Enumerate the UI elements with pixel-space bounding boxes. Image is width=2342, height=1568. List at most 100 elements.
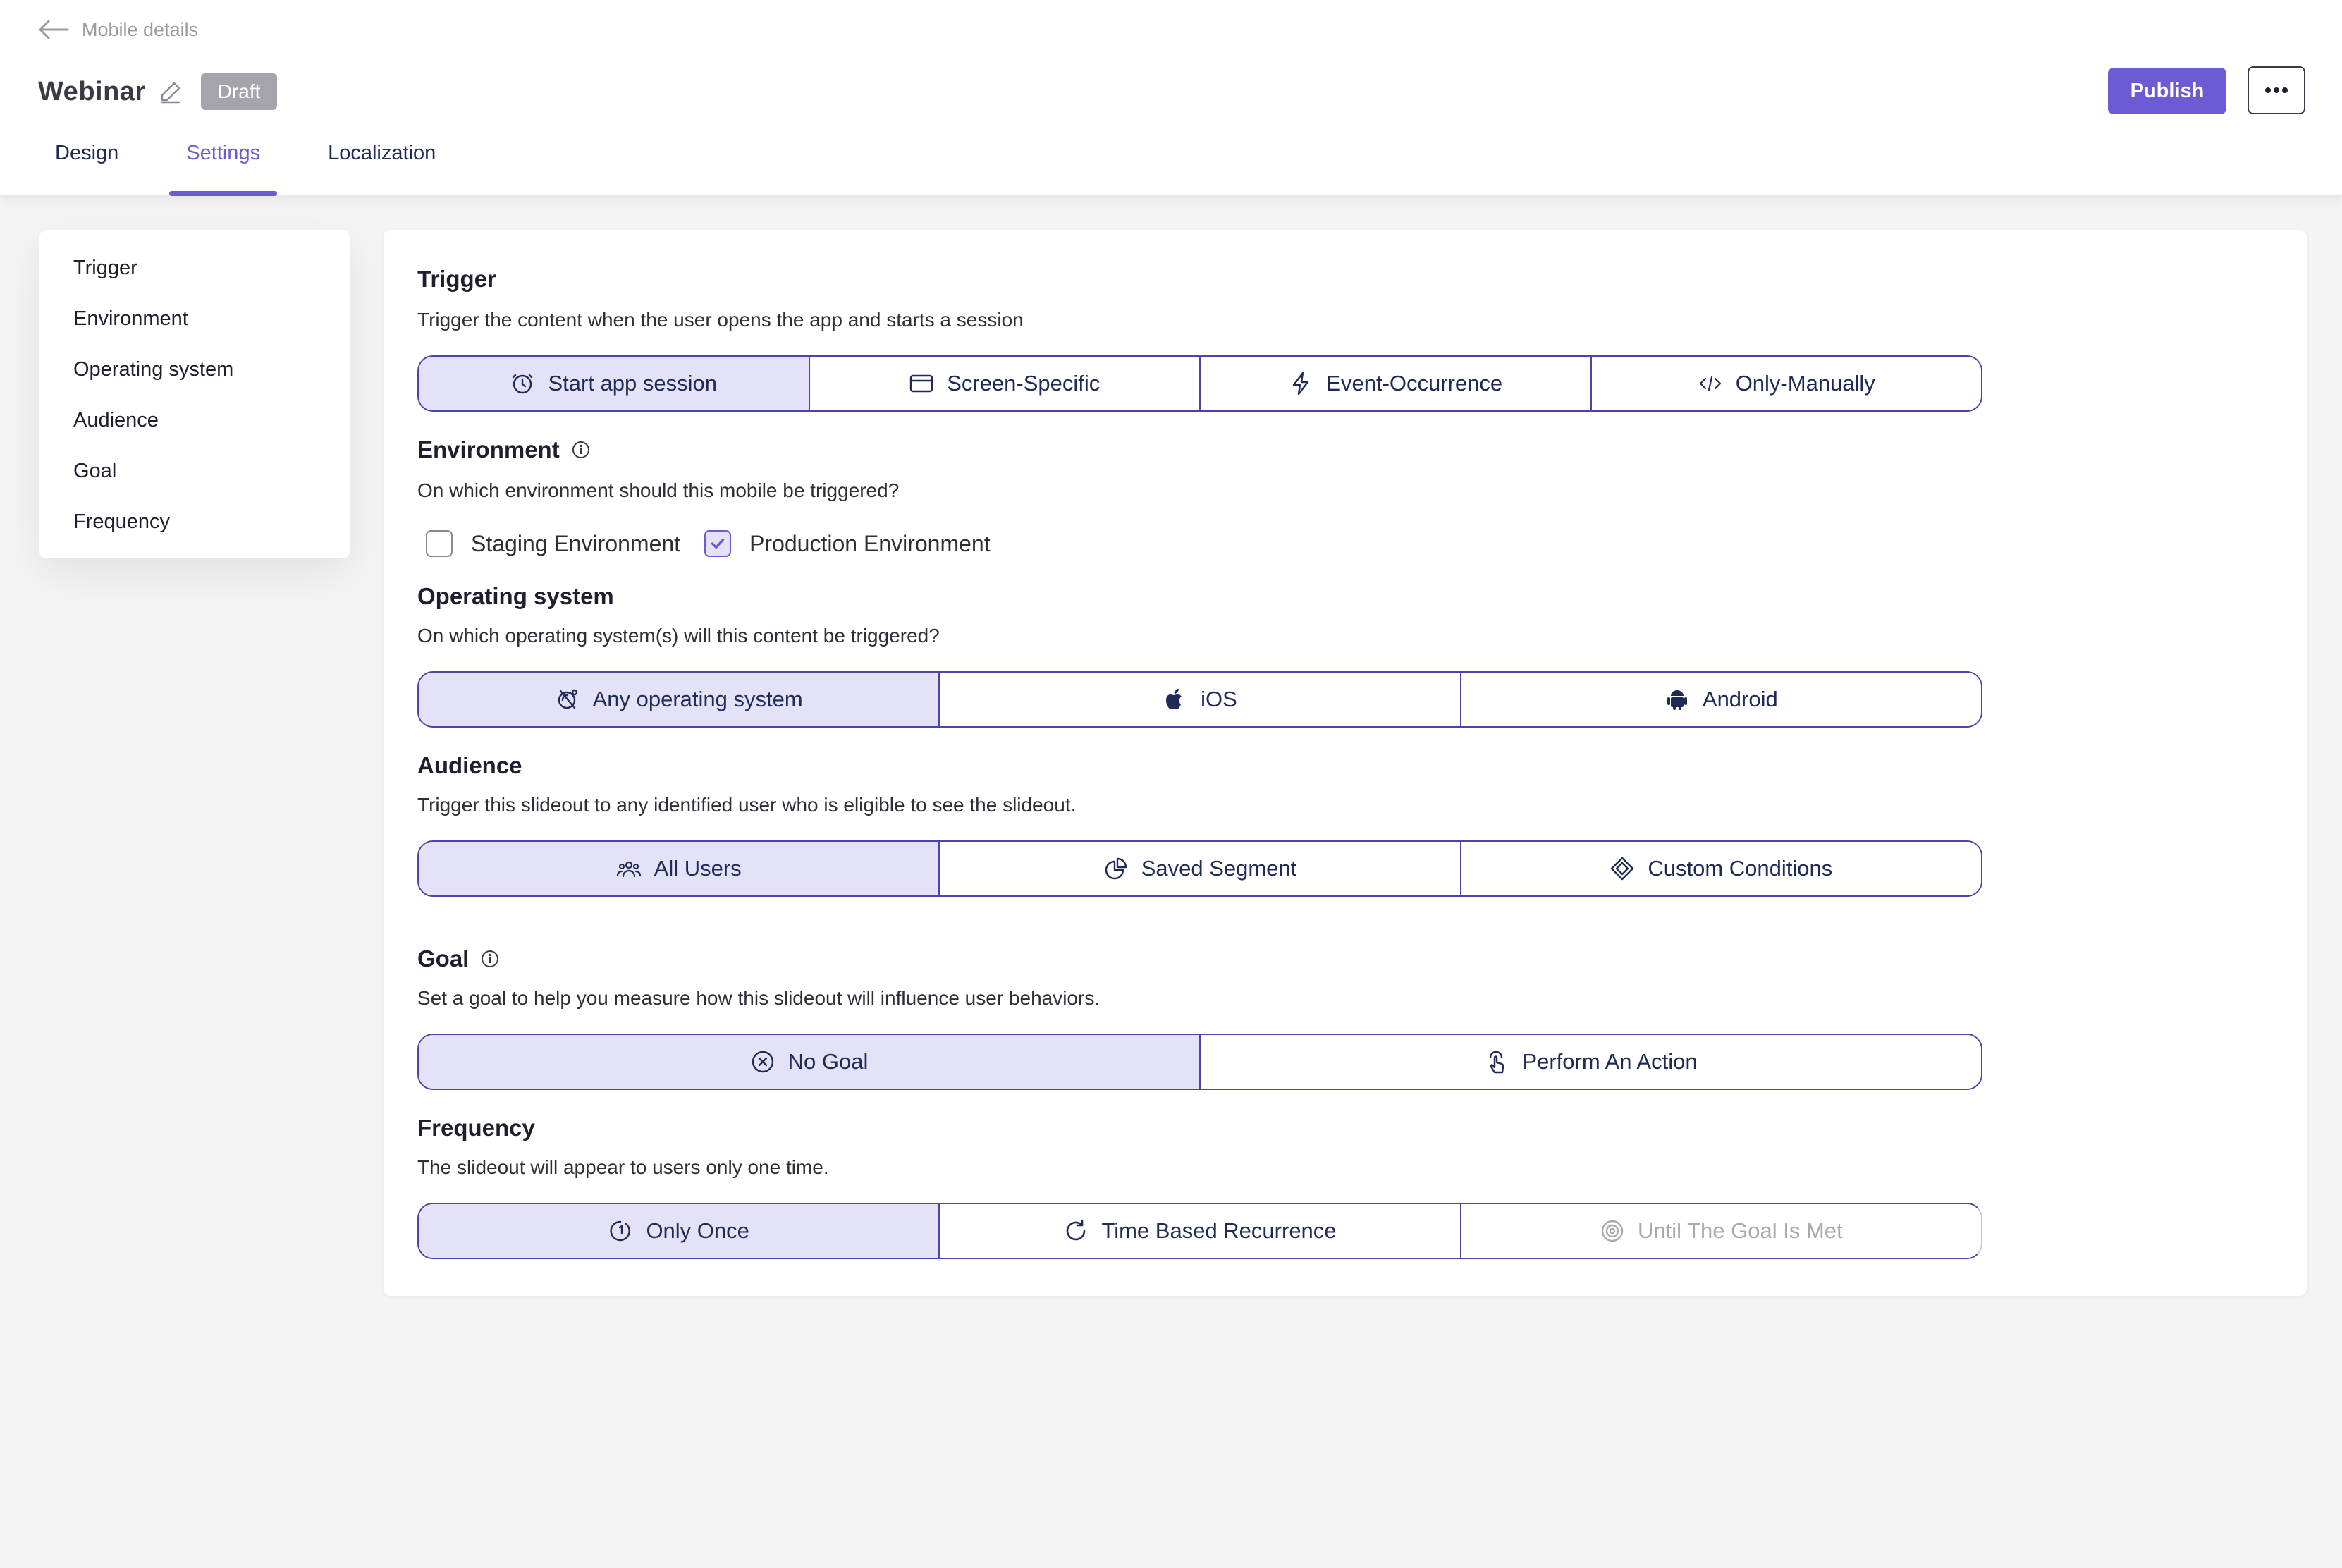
os-title: Operating system — [417, 583, 614, 609]
back-link-label: Mobile details — [82, 18, 199, 40]
settings-sidebar: Trigger Environment Operating system Aud… — [39, 230, 350, 558]
audience-option-custom-conditions[interactable]: Custom Conditions — [1459, 842, 1981, 895]
title-row: Webinar Draft — [38, 71, 278, 113]
environment-title: Environment — [417, 436, 560, 463]
goal-option-perform-action[interactable]: Perform An Action — [1199, 1035, 1981, 1089]
screen-icon — [910, 374, 933, 393]
goal-selector: No Goal Perform An Action — [417, 1034, 1982, 1090]
refresh-icon — [1067, 1219, 1086, 1241]
frequency-option-label: Only Once — [646, 1218, 749, 1243]
audience-option-saved-segment[interactable]: Saved Segment — [938, 842, 1460, 895]
code-icon — [1699, 376, 1721, 391]
audience-description: Trigger this slideout to any identified … — [417, 794, 1077, 816]
publish-button[interactable]: Publish — [2108, 68, 2226, 114]
diamond-icon — [1611, 857, 1634, 881]
users-icon — [616, 861, 641, 878]
sidebar-item-audience[interactable]: Audience — [73, 403, 350, 454]
trigger-option-label: Event-Occurrence — [1326, 371, 1503, 396]
trigger-section-title: Trigger — [417, 264, 496, 295]
sidebar-item-environment[interactable]: Environment — [73, 302, 350, 353]
frequency-selector: Only Once Time Based Recurrence Until Th… — [417, 1203, 1982, 1259]
trigger-option-label: Only-Manually — [1735, 371, 1875, 396]
audience-title: Audience — [417, 752, 522, 778]
audience-option-label: Saved Segment — [1141, 856, 1297, 881]
production-environment-checkbox[interactable] — [704, 530, 732, 557]
trigger-description: Trigger the content when the user opens … — [417, 309, 1024, 331]
trigger-option-start-app-session[interactable]: Start app session — [419, 357, 809, 410]
info-icon[interactable] — [480, 949, 500, 969]
environment-checkboxes: Staging Environment Production Environme… — [426, 526, 1014, 561]
checkmark-icon — [711, 538, 725, 549]
settings-card: Trigger Trigger the content when the use… — [384, 230, 2307, 1296]
goal-description: Set a goal to help you measure how this … — [417, 987, 1101, 1009]
audience-selector: All Users Saved Segment Custom Condition… — [417, 840, 1982, 897]
apple-icon — [1166, 689, 1182, 709]
back-link[interactable]: Mobile details — [38, 16, 198, 44]
os-option-android[interactable]: Android — [1459, 673, 1981, 726]
frequency-option-time-based-recurrence[interactable]: Time Based Recurrence — [938, 1204, 1460, 1258]
os-option-label: Android — [1702, 687, 1778, 711]
trigger-title: Trigger — [417, 266, 496, 292]
audience-option-label: All Users — [654, 856, 742, 881]
goal-option-no-goal[interactable]: No Goal — [419, 1035, 1199, 1089]
sidebar-item-operating-system[interactable]: Operating system — [73, 353, 350, 403]
more-options-button[interactable] — [2248, 66, 2305, 114]
frequency-description: The slideout will appear to users only o… — [417, 1156, 829, 1178]
arrow-left-icon — [39, 20, 69, 39]
os-option-label: iOS — [1201, 687, 1237, 711]
trigger-option-label: Screen-Specific — [947, 371, 1101, 396]
tab-localization[interactable]: Localization — [311, 138, 453, 196]
status-badge: Draft — [200, 73, 278, 110]
environment-description: On which environment should this mobile … — [417, 479, 900, 501]
page-title: Webinar — [38, 76, 146, 106]
environment-section-title: Environment — [417, 434, 591, 465]
staging-environment-option[interactable]: Staging Environment — [426, 530, 680, 557]
frequency-option-label: Time Based Recurrence — [1101, 1218, 1337, 1243]
frequency-option-until-goal-met: Until The Goal Is Met — [1459, 1204, 1981, 1258]
production-environment-label: Production Environment — [749, 530, 991, 556]
more-horizontal-icon — [2265, 87, 2288, 93]
trigger-option-label: Start app session — [548, 371, 718, 396]
staging-environment-label: Staging Environment — [471, 530, 681, 556]
os-option-label: Any operating system — [592, 687, 803, 711]
pie-chart-icon — [1105, 857, 1127, 880]
page-header: Mobile details Webinar Draft Publish Des… — [0, 0, 2342, 196]
target-icon — [1601, 1220, 1624, 1242]
info-icon[interactable] — [571, 440, 591, 460]
trigger-selector: Start app session Screen-Specific Event-… — [417, 355, 1982, 412]
os-option-any[interactable]: Any operating system — [419, 673, 939, 726]
trigger-option-only-manually[interactable]: Only-Manually — [1590, 357, 1981, 410]
sidebar-item-trigger[interactable]: Trigger — [73, 251, 350, 302]
os-section-title: Operating system — [417, 581, 614, 612]
goal-section-title: Goal — [417, 943, 500, 974]
frequency-option-only-once[interactable]: Only Once — [419, 1204, 939, 1258]
tab-design[interactable]: Design — [38, 138, 135, 196]
android-icon — [1667, 690, 1687, 710]
staging-environment-checkbox[interactable] — [426, 530, 453, 557]
frequency-section-title: Frequency — [417, 1113, 535, 1144]
lightning-icon — [1293, 372, 1309, 396]
trigger-option-screen-specific[interactable]: Screen-Specific — [808, 357, 1199, 410]
sidebar-item-goal[interactable]: Goal — [73, 454, 350, 505]
tab-bar: Design Settings Localization — [38, 138, 486, 196]
tap-icon — [1490, 1051, 1504, 1074]
goal-title: Goal — [417, 945, 470, 972]
os-description: On which operating system(s) will this c… — [417, 625, 940, 647]
any-os-icon — [558, 689, 577, 709]
production-environment-option[interactable]: Production Environment — [704, 530, 991, 557]
tab-settings[interactable]: Settings — [169, 138, 277, 196]
frequency-option-label: Until The Goal Is Met — [1638, 1218, 1843, 1243]
pencil-icon[interactable] — [159, 80, 183, 104]
audience-option-label: Custom Conditions — [1648, 856, 1833, 881]
sidebar-item-frequency[interactable]: Frequency — [73, 505, 350, 556]
audience-option-all-users[interactable]: All Users — [419, 842, 939, 895]
os-selector: Any operating system iOS Android — [417, 671, 1982, 728]
frequency-title: Frequency — [417, 1115, 535, 1141]
goal-option-label: Perform An Action — [1522, 1049, 1698, 1074]
trigger-option-event-occurrence[interactable]: Event-Occurrence — [1199, 357, 1590, 410]
os-option-ios[interactable]: iOS — [938, 673, 1460, 726]
clock-icon — [513, 374, 533, 394]
once-icon — [610, 1220, 631, 1242]
audience-section-title: Audience — [417, 750, 522, 781]
goal-option-label: No Goal — [787, 1049, 869, 1074]
